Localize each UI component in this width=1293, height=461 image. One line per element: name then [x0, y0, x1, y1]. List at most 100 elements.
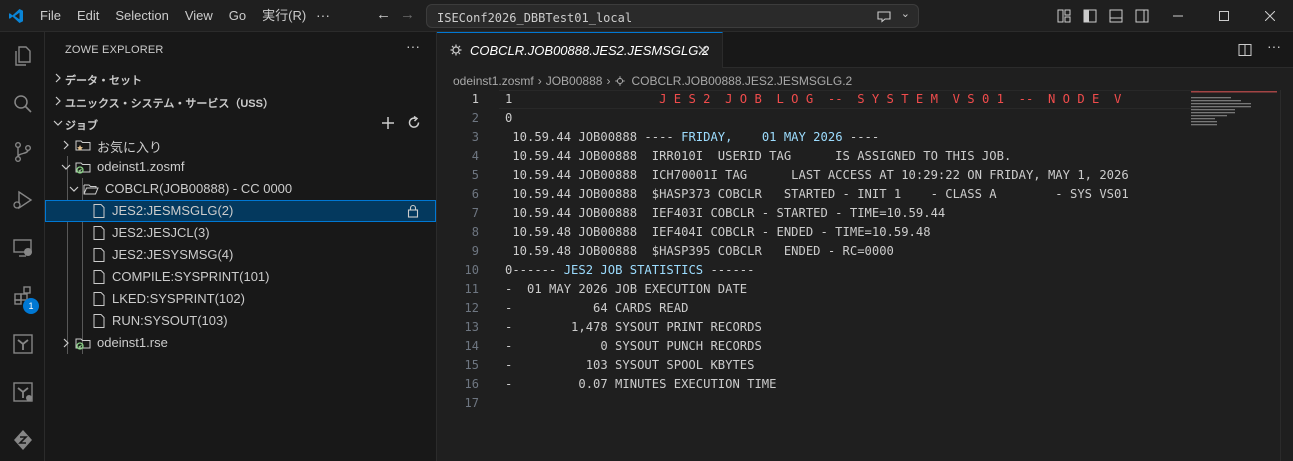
back-arrow-icon[interactable]: ← — [376, 6, 391, 23]
tree-item-spool-compile-sysprint[interactable]: COMPILE:SYSPRINT(101) — [45, 266, 436, 288]
code-line[interactable]: 17 — [437, 394, 1197, 413]
menu-view[interactable]: View — [177, 0, 221, 32]
tree-item-spool-lked-sysprint[interactable]: LKED:SYSPRINT(102) — [45, 288, 436, 310]
toggle-primary-sidebar-icon[interactable] — [1082, 8, 1098, 24]
line-text: 10.59.44 JOB00888 IEF403I COBCLR - START… — [505, 204, 945, 223]
extensions-button[interactable]: 1 — [0, 274, 45, 318]
zowe-explorer-view-button[interactable] — [0, 370, 45, 414]
add-icon[interactable] — [380, 115, 396, 131]
code-line[interactable]: 8 10.59.48 JOB00888 IEF404I COBCLR - END… — [437, 223, 1197, 242]
chevron-down-icon[interactable]: ⌄ — [901, 7, 910, 20]
tree-item-profile-zosmf[interactable]: odeinst1.zosmf — [45, 156, 436, 178]
menu-file[interactable]: File — [32, 0, 69, 32]
breadcrumb-profile[interactable]: odeinst1.zosmf — [453, 74, 534, 88]
line-number: 11 — [464, 282, 479, 296]
line-text-segment: 0------ — [505, 263, 564, 277]
tree-item-label: RUN:SYSOUT(103) — [112, 313, 228, 328]
tree-item-profile-rse[interactable]: odeinst1.rse — [45, 332, 436, 354]
section-jobs[interactable]: ジョブ — [45, 113, 436, 135]
files-icon — [14, 46, 31, 66]
code-line[interactable]: 10 0------ JES2 JOB STATISTICS ------ — [437, 261, 1197, 280]
menu-more-button[interactable]: ··· — [316, 0, 330, 30]
code-line[interactable]: 5 10.59.44 JOB00888 ICH70001I TAG LAST A… — [437, 166, 1197, 185]
file-icon — [93, 248, 105, 262]
tree-item-spool-jesmsglg[interactable]: JES2:JESMSGLG(2) — [45, 200, 436, 222]
customize-layout-icon[interactable] — [1056, 8, 1072, 24]
menu-go[interactable]: Go — [221, 0, 254, 32]
code-line[interactable]: 11 - 01 MAY 2026 JOB EXECUTION DATE — [437, 280, 1197, 299]
editor-more-actions-button[interactable]: ··· — [1267, 38, 1283, 54]
minimap[interactable] — [1191, 90, 1281, 130]
command-center-search[interactable]: ISEConf2026_DBBTest01_local ⌄ — [426, 4, 919, 28]
minimize-button[interactable] — [1155, 0, 1201, 32]
close-icon[interactable] — [696, 43, 710, 57]
zowe-jobs-view-button[interactable] — [0, 322, 45, 366]
section-uss[interactable]: ユニックス・システム・サービス（USS） — [45, 91, 436, 113]
close-window-button[interactable] — [1247, 0, 1293, 32]
run-debug-icon — [12, 190, 32, 210]
code-line[interactable]: 15 - 103 SYSOUT SPOOL KBYTES — [437, 356, 1197, 375]
toggle-panel-icon[interactable] — [1108, 8, 1124, 24]
maximize-button[interactable] — [1201, 0, 1247, 32]
line-number: 12 — [464, 301, 479, 315]
chevron-down-icon — [61, 164, 71, 170]
code-line[interactable]: 14 - 0 SYSOUT PUNCH RECORDS — [437, 337, 1197, 356]
remote-explorer-button[interactable] — [0, 226, 45, 270]
tree-item-label: JES2:JESMSGLG(2) — [112, 203, 234, 218]
tree-item-job[interactable]: COBCLR(JOB00888) - CC 0000 — [45, 178, 436, 200]
code-editor[interactable]: 11 J E S 2 J O B L O G -- S Y S T E M V … — [437, 90, 1293, 461]
tree-item-label: COMPILE:SYSPRINT(101) — [112, 269, 270, 284]
remote-explorer-icon — [12, 239, 32, 257]
code-line[interactable]: 9 10.59.48 JOB00888 $HASP395 COBCLR ENDE… — [437, 242, 1197, 261]
highlighted-text: JES2 JOB STATISTICS — [563, 263, 704, 277]
code-line[interactable]: 3 10.59.44 JOB00888 ---- FRIDAY, 01 MAY … — [437, 128, 1197, 147]
line-text: - 1,478 SYSOUT PRINT RECORDS — [505, 318, 762, 337]
editor-tab-active[interactable]: COBCLR.JOB00888.JES2.JESMSGLG.2 — [437, 32, 723, 68]
line-number: 16 — [464, 377, 479, 391]
code-line[interactable]: 4 10.59.44 JOB00888 IRR010I USERID TAG I… — [437, 147, 1197, 166]
tree-item-favorites[interactable]: お気に入り — [45, 134, 436, 156]
zowe-tree-icon — [12, 334, 33, 354]
tree-item-label: odeinst1.rse — [97, 335, 168, 350]
zowe-logo-button[interactable] — [0, 418, 45, 461]
menu-selection[interactable]: Selection — [107, 0, 176, 32]
code-line[interactable]: 12 - 64 CARDS READ — [437, 299, 1197, 318]
file-icon — [93, 270, 105, 284]
code-line[interactable]: 13 - 1,478 SYSOUT PRINT RECORDS — [437, 318, 1197, 337]
line-text-segment: - 0.07 MINUTES EXECUTION TIME — [505, 377, 777, 391]
line-text: 10.59.44 JOB00888 IRR010I USERID TAG IS … — [505, 147, 1011, 166]
forward-arrow-icon[interactable]: → — [400, 6, 415, 23]
tree-item-spool-jesysmsg[interactable]: JES2:JESYSMSG(4) — [45, 244, 436, 266]
line-text-segment: 10.59.48 JOB00888 IEF404I COBCLR - ENDED… — [505, 225, 931, 239]
line-text-segment: - 1,478 SYSOUT PRINT RECORDS — [505, 320, 762, 334]
section-datasets[interactable]: データ・セット — [45, 68, 436, 90]
line-text-segment: 10.59.44 JOB00888 ICH70001I TAG LAST ACC… — [505, 168, 1129, 182]
line-number: 9 — [471, 244, 479, 258]
toggle-secondary-sidebar-icon[interactable] — [1134, 8, 1150, 24]
menu-run[interactable]: 実行(R) — [254, 0, 314, 32]
editor-scrollbar[interactable] — [1280, 90, 1293, 461]
run-debug-button[interactable] — [0, 178, 45, 222]
gear-file-icon — [450, 44, 462, 56]
code-line[interactable]: 1 1 J E S 2 J O B L O G -- S Y S T E M V … — [437, 90, 1199, 109]
breadcrumb-file[interactable]: COBCLR.JOB00888.JES2.JESMSGLG.2 — [631, 74, 852, 88]
refresh-icon[interactable] — [406, 115, 422, 131]
line-text: - 103 SYSOUT SPOOL KBYTES — [505, 356, 754, 375]
source-control-button[interactable] — [0, 130, 45, 174]
tree-item-spool-run-sysout[interactable]: RUN:SYSOUT(103) — [45, 310, 436, 332]
code-line[interactable]: 16 - 0.07 MINUTES EXECUTION TIME — [437, 375, 1197, 394]
log-header-text: J E S 2 J O B L O G -- S Y S T E M V S 0… — [512, 92, 1122, 106]
sidebar-more-button[interactable]: ··· — [406, 38, 420, 54]
file-icon — [93, 226, 105, 240]
split-editor-icon[interactable] — [1237, 42, 1253, 58]
line-text-segment: 10.59.44 JOB00888 IRR010I USERID TAG IS … — [505, 149, 1012, 163]
tree-item-spool-jesjcl[interactable]: JES2:JESJCL(3) — [45, 222, 436, 244]
copilot-chat-icon[interactable] — [876, 8, 892, 24]
code-line[interactable]: 6 10.59.44 JOB00888 $HASP373 COBCLR STAR… — [437, 185, 1197, 204]
code-line[interactable]: 20 — [437, 109, 1197, 128]
explorer-button[interactable] — [0, 34, 45, 78]
search-button[interactable] — [0, 82, 45, 126]
menu-edit[interactable]: Edit — [69, 0, 107, 32]
code-line[interactable]: 7 10.59.44 JOB00888 IEF403I COBCLR - STA… — [437, 204, 1197, 223]
breadcrumb-job[interactable]: JOB00888 — [546, 74, 603, 88]
